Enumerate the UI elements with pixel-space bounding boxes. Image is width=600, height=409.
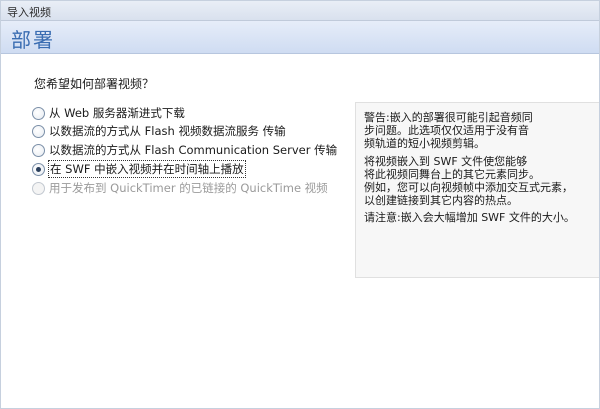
option-flash-communication-server[interactable]: 以数据流的方式从 Flash Communication Server 传输 [32, 141, 337, 159]
window-title: 导入视频 [7, 6, 51, 19]
warning-line: 频轨道的短小视频剪辑。 [364, 137, 485, 150]
option-label[interactable]: 以数据流的方式从 Flash 视频数据流服务 传输 [49, 123, 286, 139]
warning-line: 警告:嵌入的部署很可能引起音频同 [364, 111, 533, 124]
info-panel: 警告:嵌入的部署很可能引起音频同 步问题。此选项仅仅适用于没有音 频轨道的短小视… [355, 102, 599, 278]
title-bar: 导入视频 [1, 1, 599, 21]
option-label: 用于发布到 QuickTimer 的已链接的 QuickTime 视频 [49, 181, 328, 195]
option-embed-in-swf[interactable]: 在 SWF 中嵌入视频并在时间轴上播放 [32, 160, 246, 178]
description-line: 例如，您可以向视频帧中添加交互式元素， [364, 181, 573, 194]
deploy-question: 您希望如何部署视频？ [34, 77, 155, 91]
size-note: 请注意:嵌入会大幅增加 SWF 文件的大小。 [364, 211, 575, 224]
description-line: 将视频嵌入到 SWF 文件使您能够 [364, 155, 528, 168]
option-label[interactable]: 在 SWF 中嵌入视频并在时间轴上播放 [48, 160, 246, 178]
radio-button[interactable] [32, 106, 45, 120]
option-linked-quicktime: 用于发布到 QuickTimer 的已链接的 QuickTime 视频 [32, 179, 328, 197]
radio-button-selected[interactable] [32, 162, 45, 176]
option-progressive-download[interactable]: 从 Web 服务器渐进式下载 [32, 104, 185, 122]
description-line: 以创建链接到其它内容的热点。 [364, 194, 518, 207]
radio-button[interactable] [32, 124, 45, 138]
page-title: 部署 [11, 28, 55, 52]
option-label[interactable]: 以数据流的方式从 Flash Communication Server 传输 [49, 142, 337, 158]
description-line: 将此视频同舞台上的其它元素同步。 [364, 168, 540, 181]
import-video-dialog: 导入视频 部署 您希望如何部署视频？ 从 Web 服务器渐进式下载 以数据流的方… [0, 0, 600, 409]
radio-button[interactable] [32, 143, 45, 157]
option-label[interactable]: 从 Web 服务器渐进式下载 [49, 105, 185, 121]
warning-line: 步问题。此选项仅仅适用于没有音 [364, 124, 529, 137]
option-flash-video-streaming[interactable]: 以数据流的方式从 Flash 视频数据流服务 传输 [32, 122, 286, 140]
page-header: 部署 [1, 21, 599, 54]
radio-button-disabled [32, 181, 45, 195]
